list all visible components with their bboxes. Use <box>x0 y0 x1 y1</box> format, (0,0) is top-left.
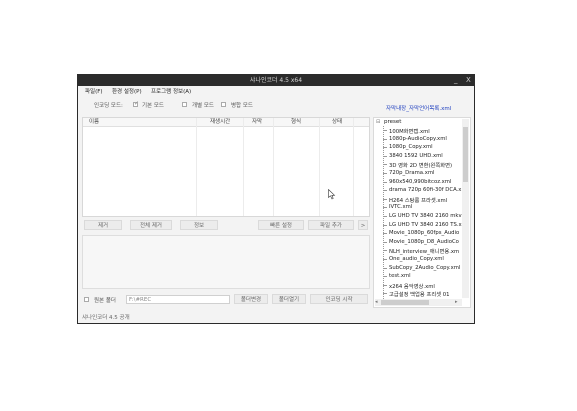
column-format[interactable]: 형식 <box>291 118 301 126</box>
preset-item[interactable]: 3840 1592 UHD.xml <box>383 153 443 159</box>
scroll-right-icon[interactable]: ▸ <box>455 299 458 305</box>
preset-item[interactable]: test.xml <box>383 273 411 279</box>
remove-button[interactable]: 제거 <box>84 220 122 230</box>
file-list[interactable]: 이름 재생시간 자막 형식 상태 <box>82 117 370 217</box>
preset-item[interactable]: NLH_interview_애니면용.xm <box>382 247 459 255</box>
change-folder-button[interactable]: 폴더변경 <box>234 294 268 304</box>
column-subtitle[interactable]: 자막 <box>252 118 262 126</box>
preset-tree[interactable]: ⊟ preset 100M화면캡.xml 1080p-AudioCopy.xml 1… <box>373 117 471 308</box>
preset-item[interactable]: 1080p-AudioCopy.xml <box>383 136 447 142</box>
scrollbar-thumb[interactable] <box>463 127 468 182</box>
menu-info[interactable]: 프로그램 정보(A) <box>151 87 191 95</box>
remove-all-button[interactable]: 전체 제거 <box>130 220 172 230</box>
log-area <box>82 235 370 289</box>
column-divider <box>243 118 244 216</box>
preset-item[interactable]: 고급설정 백업용 프리셋 01 <box>383 290 450 298</box>
output-row: 원본 폴더 F:\#REC 폴더변경 폴더열기 인코딩 시작 <box>82 294 370 306</box>
basic-mode-checkbox[interactable] <box>133 100 139 107</box>
app-window: 샤나인코더 4.5 x64 _ X 파일(F) 환경 설정(P) 프로그램 정보… <box>77 74 475 324</box>
column-divider <box>196 118 197 216</box>
menu-file[interactable]: 파일(F) <box>85 87 103 95</box>
add-file-button[interactable]: 파일 추가 <box>308 220 354 230</box>
preset-item[interactable]: 1080p_Copy.xml <box>383 144 433 150</box>
window-title: 샤나인코더 4.5 x64 <box>249 77 303 84</box>
mouse-cursor-icon <box>328 189 336 200</box>
source-folder-checkbox[interactable] <box>84 297 89 302</box>
output-path-field[interactable]: F:\#REC <box>126 295 230 304</box>
status-bar: 샤나인코더 4.5 공개 <box>82 315 130 321</box>
individual-mode-checkbox[interactable] <box>182 102 187 107</box>
title-bar: 샤나인코더 4.5 x64 _ X <box>78 75 474 86</box>
preset-item[interactable]: 100M화면캡.xml <box>383 127 430 135</box>
column-divider <box>319 118 320 216</box>
menu-settings[interactable]: 환경 설정(P) <box>112 87 142 95</box>
preset-item[interactable]: x264 음악영상.xml <box>383 282 435 290</box>
horizontal-scrollbar[interactable]: ◂ ▸ <box>375 299 462 306</box>
tree-connector <box>383 126 385 301</box>
merge-mode-checkbox[interactable] <box>221 102 226 107</box>
basic-mode-label: 기본 모드 <box>142 103 164 109</box>
column-status[interactable]: 상태 <box>332 118 342 126</box>
preset-item[interactable]: H264 스탕룸 프라셋.xml <box>382 196 447 204</box>
subtitle-language-link[interactable]: 자막내장_자막언어목록.xml <box>386 104 451 112</box>
preset-item[interactable]: One_audio_Copy.xml <box>383 256 444 262</box>
more-button[interactable]: > <box>358 220 368 230</box>
encoding-mode-row: 인코딩 모드: 기본 모드 개별 모드 병합 모드 자막내장_자막언어목록.xm… <box>78 98 474 112</box>
info-button[interactable]: 정보 <box>180 220 218 230</box>
preset-item[interactable]: 720p_Drama.xml <box>382 170 434 176</box>
column-name[interactable]: 이름 <box>89 118 99 126</box>
column-divider <box>273 118 274 216</box>
menu-bar: 파일(F) 환경 설정(P) 프로그램 정보(A) <box>78 86 474 96</box>
quick-settings-button[interactable]: 빠른 설정 <box>258 220 304 230</box>
preset-item[interactable]: Movie_1080p_D8_AudioCo <box>383 239 459 245</box>
horizontal-scrollbar-thumb[interactable] <box>381 300 429 305</box>
preset-item[interactable]: Movie_1080p_60fps_Audio <box>382 230 459 236</box>
close-button[interactable]: X <box>466 75 471 86</box>
column-time[interactable]: 재생시간 <box>210 118 230 126</box>
open-folder-button[interactable]: 폴더열기 <box>272 294 306 304</box>
minimize-button[interactable]: _ <box>454 75 458 86</box>
scroll-left-icon[interactable]: ◂ <box>375 299 378 305</box>
preset-item[interactable]: LG UHD TV 3840 2160 mkv <box>383 213 462 219</box>
preset-item[interactable]: 960x540,990bitcoz.xml <box>382 179 451 185</box>
column-divider <box>353 118 354 216</box>
preset-item[interactable]: drama 720p 60fi-30f DCA.x <box>382 187 461 193</box>
encoding-mode-label: 인코딩 모드: <box>94 103 123 109</box>
individual-mode-label: 개별 모드 <box>192 103 214 109</box>
preset-item[interactable]: IVTC.xml <box>382 204 412 210</box>
vertical-scrollbar[interactable] <box>462 119 469 298</box>
start-encoding-button[interactable]: 인코딩 시작 <box>310 294 368 304</box>
list-button-row: 제거 전체 제거 정보 빠른 설정 파일 추가 > <box>82 220 370 232</box>
preset-item[interactable]: LG UHD TV 3840 2160 TS.x <box>383 222 462 228</box>
preset-item[interactable]: SubCopy_2Audio_Copy.xml <box>382 265 460 271</box>
preset-root[interactable]: preset <box>384 119 401 125</box>
source-folder-label: 원본 폴더 <box>94 298 116 304</box>
preset-item[interactable]: 3D 영화 2D 변환(왼쪽화면) <box>382 161 452 169</box>
file-list-header: 이름 재생시간 자막 형식 상태 <box>83 118 369 127</box>
collapse-icon[interactable]: ⊟ <box>376 119 380 125</box>
merge-mode-label: 병합 모드 <box>231 103 253 109</box>
